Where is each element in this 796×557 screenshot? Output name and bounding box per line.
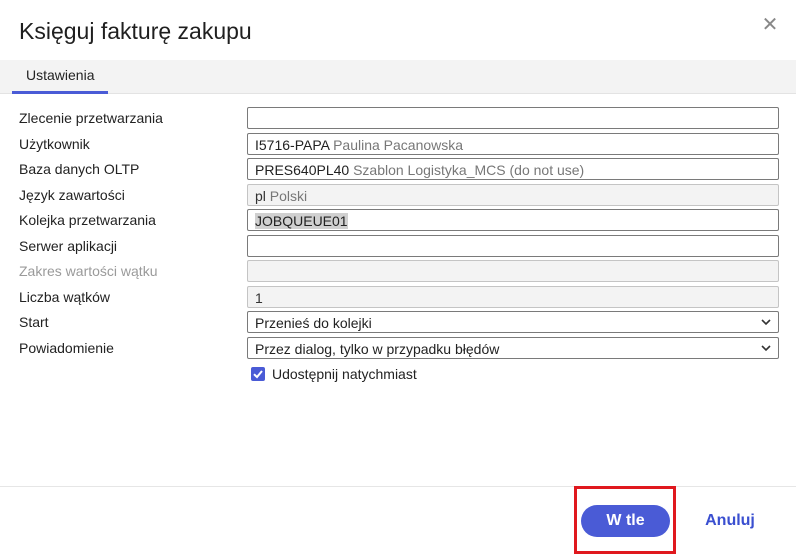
form-row: Powiadomienie Przez dialog, tylko w przyp… [0,337,796,361]
field-value: JOBQUEUE01 [255,213,348,229]
form-row: Serwer aplikacji [0,235,796,259]
run-in-background-button[interactable]: W tle [581,505,670,537]
field-description: Paulina Pacanowska [333,137,464,153]
field-label: Serwer aplikacji [19,238,118,254]
field-label: Zakres wartości wątku [19,263,158,279]
form-row: Język zawartości pl Polski [0,184,796,208]
dialog-title: Księguj fakturę zakupu [19,18,252,44]
footer-divider [0,486,796,487]
check-icon [253,370,263,379]
field-label: Zlecenie przetwarzania [19,110,163,126]
input-field[interactable] [247,235,779,257]
chevron-down-icon[interactable] [760,316,772,328]
cancel-button[interactable]: Anuluj [694,505,766,537]
field-label: Baza danych OLTP [19,161,140,177]
field-value: PRES640PL40 [255,162,350,178]
input-field: 1 [247,286,779,308]
chevron-down-icon[interactable] [760,342,772,354]
input-field[interactable] [247,107,779,129]
field-label: Liczba wątków [19,289,111,305]
input-field [247,260,779,282]
tab-ustawienia[interactable]: Ustawienia [12,60,109,94]
field-label: Kolejka przetwarzania [19,212,156,228]
form-row: Zlecenie przetwarzania [0,107,796,131]
form-row: Użytkownik I5716-PAPA Paulina Pacanowska [0,133,796,157]
form-row: Start Przenieś do kolejki [0,311,796,335]
input-field: pl Polski [247,184,779,206]
field-value: I5716-PAPA [255,137,330,153]
field-value: 1 [255,290,263,306]
form-row: Baza danych OLTP PRES640PL40 Szablon Logi… [0,158,796,182]
field-label: Użytkownik [19,136,90,152]
field-label: Powiadomienie [19,340,114,356]
field-value: Przez dialog, tylko w przypadku błędów [255,341,500,357]
field-label: Język zawartości [19,187,125,203]
field-value: Przenieś do kolejki [255,315,372,331]
field-label: Start [19,314,49,330]
select-field[interactable]: Przenieś do kolejki [247,311,779,333]
select-field[interactable]: Przez dialog, tylko w przypadku błędów [247,337,779,359]
field-description: Szablon Logistyka_MCS (do not use) [353,162,585,178]
checkbox-label: Udostępnij natychmiast [272,366,417,382]
field-description: Polski [269,188,308,204]
close-icon[interactable]: ✕ [760,14,780,36]
tab-bar: Ustawienia [0,60,796,94]
input-field[interactable]: JOBQUEUE01 [247,209,779,231]
field-value: pl [255,188,266,204]
form-row: Liczba wątków 1 [0,286,796,310]
form-row: Zakres wartości wątku [0,260,796,284]
input-field[interactable]: PRES640PL40 Szablon Logistyka_MCS (do no… [247,158,779,180]
input-field[interactable]: I5716-PAPA Paulina Pacanowska [247,133,779,155]
form-row: Kolejka przetwarzania JOBQUEUE01 [0,209,796,233]
checkbox[interactable] [251,367,265,381]
